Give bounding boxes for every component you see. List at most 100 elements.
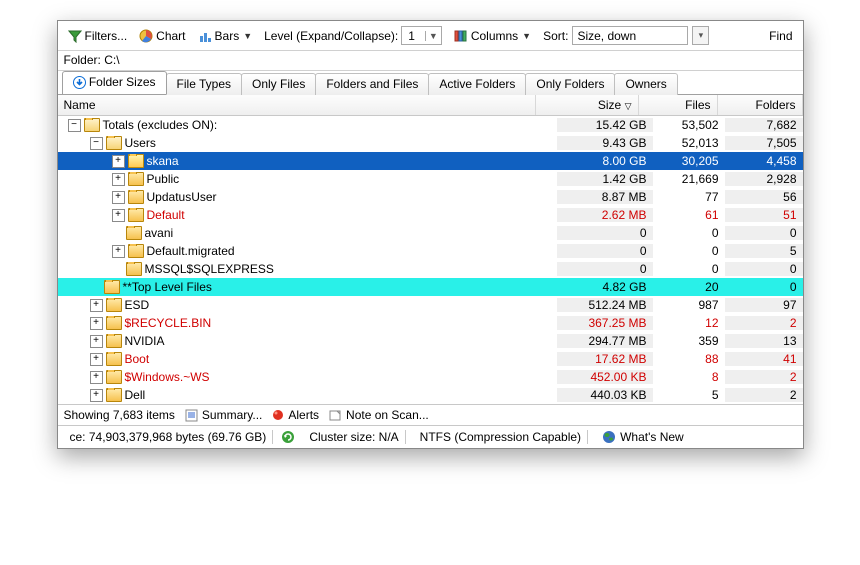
- row-files: 61: [653, 208, 725, 222]
- expand-icon[interactable]: +: [112, 173, 125, 186]
- row-name: NVIDIA: [125, 334, 165, 348]
- tab-active-folders[interactable]: Active Folders: [428, 73, 526, 95]
- alerts-button[interactable]: Alerts: [272, 408, 319, 422]
- expand-icon[interactable]: +: [90, 371, 103, 384]
- disk-free: ce: 74,903,379,968 bytes (69.76 GB): [64, 430, 274, 444]
- status-count: Showing 7,683 items: [64, 408, 175, 422]
- status-bar: Showing 7,683 items Summary... Alerts No…: [58, 404, 803, 425]
- table-row[interactable]: avani000: [58, 224, 803, 242]
- table-row[interactable]: −Users9.43 GB52,0137,505: [58, 134, 803, 152]
- note-button[interactable]: Note on Scan...: [329, 408, 429, 422]
- table-row[interactable]: +Public1.42 GB21,6692,928: [58, 170, 803, 188]
- row-files: 77: [653, 190, 725, 204]
- expand-icon[interactable]: +: [112, 245, 125, 258]
- table-row[interactable]: MSSQL$SQLEXPRESS000: [58, 260, 803, 278]
- table-row[interactable]: +Dell440.03 KB52: [58, 386, 803, 404]
- row-size: 0: [557, 262, 653, 276]
- row-size: 452.00 KB: [557, 370, 653, 384]
- row-files: 30,205: [653, 154, 725, 168]
- chevron-down-icon: ▼: [522, 31, 531, 41]
- column-header-folders[interactable]: Folders: [718, 95, 803, 115]
- row-size: 9.43 GB: [557, 136, 653, 150]
- folder-icon: [106, 298, 122, 312]
- grid-header: Name Size ▽ Files Folders: [58, 95, 803, 116]
- chart-label: Chart: [156, 29, 185, 43]
- row-folders: 2,928: [725, 172, 803, 186]
- row-name: avani: [145, 226, 174, 240]
- expand-icon[interactable]: +: [90, 299, 103, 312]
- table-row[interactable]: +skana8.00 GB30,2054,458: [58, 152, 803, 170]
- folder-icon: [128, 208, 144, 222]
- app-window: Filters... Chart Bars▼ Level (Expand/Col…: [57, 20, 804, 449]
- level-combo[interactable]: 1▼: [401, 26, 442, 45]
- column-header-size[interactable]: Size ▽: [536, 95, 639, 115]
- refresh-icon[interactable]: [281, 430, 295, 444]
- download-icon: [73, 76, 86, 89]
- row-name: Users: [125, 136, 156, 150]
- table-row[interactable]: +$RECYCLE.BIN367.25 MB122: [58, 314, 803, 332]
- row-folders: 97: [725, 298, 803, 312]
- level-control: Level (Expand/Collapse): 1▼: [260, 24, 446, 47]
- chevron-down-icon: ▼: [425, 31, 441, 41]
- row-files: 12: [653, 316, 725, 330]
- row-size: 512.24 MB: [557, 298, 653, 312]
- row-folders: 0: [725, 262, 803, 276]
- expand-icon[interactable]: +: [90, 353, 103, 366]
- tab-file-types[interactable]: File Types: [166, 73, 242, 95]
- row-files: 8: [653, 370, 725, 384]
- column-header-name[interactable]: Name: [58, 95, 536, 115]
- row-folders: 13: [725, 334, 803, 348]
- table-row[interactable]: +Default.migrated005: [58, 242, 803, 260]
- tab-only-folders[interactable]: Only Folders: [525, 73, 615, 95]
- tab-only-files[interactable]: Only Files: [241, 73, 316, 95]
- table-row[interactable]: **Top Level Files4.82 GB200: [58, 278, 803, 296]
- table-row[interactable]: +Default2.62 MB6151: [58, 206, 803, 224]
- table-row[interactable]: +$Windows.~WS452.00 KB82: [58, 368, 803, 386]
- tab-folder-sizes[interactable]: Folder Sizes: [62, 71, 167, 94]
- expand-icon[interactable]: +: [90, 335, 103, 348]
- tab-folders-and-files[interactable]: Folders and Files: [315, 73, 429, 95]
- collapse-icon[interactable]: −: [68, 119, 81, 132]
- table-row[interactable]: −Totals (excludes ON):15.42 GB53,5027,68…: [58, 116, 803, 134]
- folder-icon: [106, 388, 122, 402]
- find-button[interactable]: Find: [765, 27, 796, 45]
- tree-spacer: [112, 228, 123, 239]
- row-folders: 2: [725, 388, 803, 402]
- expand-icon[interactable]: +: [112, 209, 125, 222]
- tree-spacer: [112, 264, 123, 275]
- sort-combo[interactable]: Size, down: [572, 26, 688, 45]
- data-grid: Name Size ▽ Files Folders −Totals (exclu…: [58, 95, 803, 404]
- tab-owners[interactable]: Owners: [614, 73, 677, 95]
- expand-icon[interactable]: +: [90, 317, 103, 330]
- collapse-icon[interactable]: −: [90, 137, 103, 150]
- column-header-files[interactable]: Files: [639, 95, 718, 115]
- table-row[interactable]: +UpdatusUser8.87 MB7756: [58, 188, 803, 206]
- expand-icon[interactable]: +: [90, 389, 103, 402]
- row-files: 0: [653, 262, 725, 276]
- row-files: 0: [653, 226, 725, 240]
- row-files: 20: [653, 280, 725, 294]
- expand-icon[interactable]: +: [112, 155, 125, 168]
- columns-button[interactable]: Columns▼: [450, 27, 535, 45]
- expand-icon[interactable]: +: [112, 191, 125, 204]
- row-files: 5: [653, 388, 725, 402]
- globe-icon: [602, 430, 616, 444]
- filters-button[interactable]: Filters...: [64, 27, 132, 45]
- folder-icon: [106, 136, 122, 150]
- folder-icon: [106, 370, 122, 384]
- row-name: Public: [147, 172, 180, 186]
- table-row[interactable]: +Boot17.62 MB8841: [58, 350, 803, 368]
- chart-button[interactable]: Chart: [135, 27, 189, 45]
- whats-new-button[interactable]: What's New: [596, 430, 690, 444]
- sort-dropdown-button[interactable]: ▾: [692, 26, 709, 45]
- table-row[interactable]: +ESD512.24 MB98797: [58, 296, 803, 314]
- table-row[interactable]: +NVIDIA294.77 MB35913: [58, 332, 803, 350]
- bottom-bar: ce: 74,903,379,968 bytes (69.76 GB) Clus…: [58, 425, 803, 448]
- folder-icon: [128, 244, 144, 258]
- cluster-size: Cluster size: N/A: [303, 430, 405, 444]
- row-size: 15.42 GB: [557, 118, 653, 132]
- summary-button[interactable]: Summary...: [185, 408, 262, 422]
- folder-path: C:\: [104, 53, 119, 67]
- bars-button[interactable]: Bars▼: [194, 27, 257, 45]
- row-files: 88: [653, 352, 725, 366]
